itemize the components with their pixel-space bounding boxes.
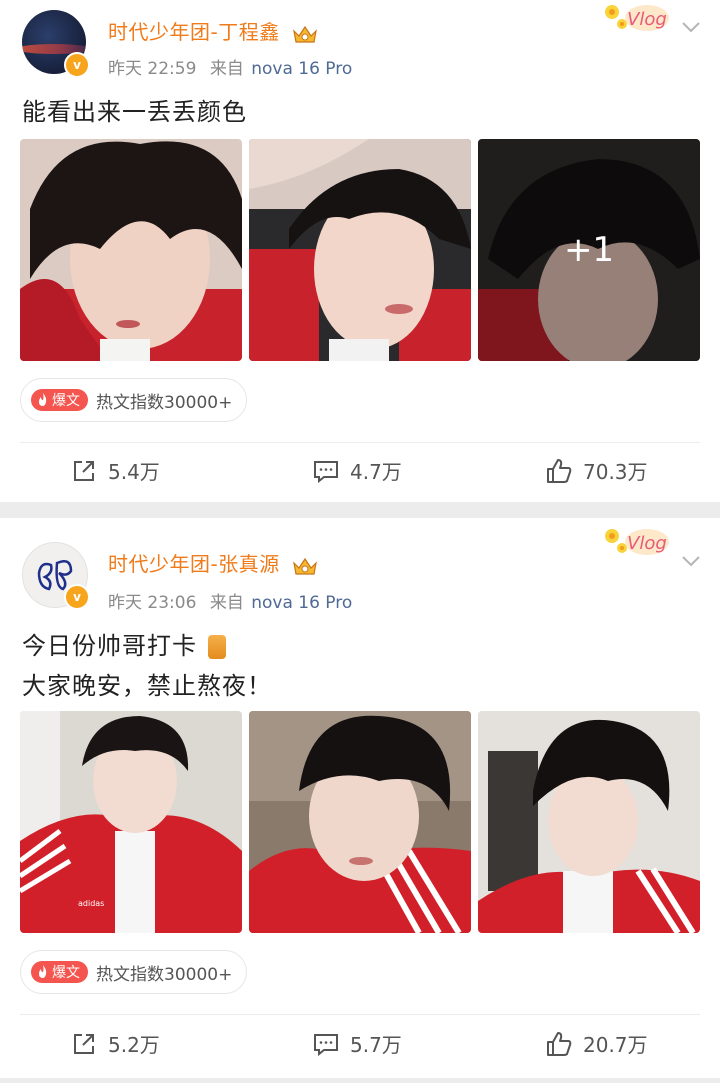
username[interactable]: 时代少年团-丁程鑫 — [108, 16, 319, 45]
svg-text:Vlog: Vlog — [627, 9, 667, 30]
flame-icon — [39, 393, 47, 406]
image-grid: adidas — [20, 711, 700, 933]
vlog-badge-icon: Vlog — [605, 5, 669, 31]
chevron-down-icon[interactable] — [680, 550, 702, 572]
verified-icon: v — [64, 584, 90, 610]
repost-button[interactable]: 5.2万 — [70, 1029, 160, 1058]
crown-icon — [292, 557, 317, 575]
vlog-badge-icon: Vlog — [605, 529, 669, 555]
like-icon — [547, 1031, 572, 1056]
hot-tag: 爆文 — [31, 961, 88, 983]
post-text: 能看出来一丢丢颜色 — [22, 98, 247, 126]
post-image[interactable] — [249, 139, 471, 361]
weibo-post: v 时代少年团-丁程鑫 昨天 22:59 来自 nova 16 Pro Vlog… — [0, 0, 720, 502]
divider — [20, 442, 700, 443]
post-text-line: 大家晚安，禁止熬夜！ — [22, 672, 272, 700]
post-image[interactable]: +1 — [478, 139, 700, 361]
post-image[interactable] — [478, 711, 700, 933]
device-name[interactable]: nova 16 Pro — [251, 59, 352, 79]
post-time: 昨天 23:06 — [108, 593, 197, 613]
hot-article-badge[interactable]: 爆文 热文指数30000+ — [20, 950, 248, 994]
repost-button[interactable]: 5.4万 — [70, 456, 160, 485]
like-icon — [547, 458, 572, 483]
svg-text:adidas: adidas — [78, 899, 104, 908]
post-image[interactable]: adidas — [20, 711, 242, 933]
device-name[interactable]: nova 16 Pro — [251, 593, 352, 613]
repost-icon — [74, 1033, 94, 1054]
svg-text:Vlog: Vlog — [627, 533, 667, 554]
post-image[interactable] — [249, 711, 471, 933]
verified-icon: v — [64, 52, 90, 78]
hot-tag: 爆文 — [31, 389, 88, 411]
chevron-down-icon[interactable] — [680, 16, 702, 38]
comment-icon — [314, 460, 338, 483]
like-button[interactable]: 20.7万 — [545, 1029, 648, 1058]
divider — [20, 1014, 700, 1015]
comment-button[interactable]: 5.7万 — [312, 1029, 402, 1058]
post-time: 昨天 22:59 — [108, 59, 197, 79]
flame-icon — [39, 965, 47, 978]
post-text-line: 今日份帅哥打卡 — [22, 626, 226, 661]
more-images-count: +1 — [563, 230, 615, 270]
post-meta: 昨天 23:06 来自 nova 16 Pro — [108, 593, 353, 613]
post-image[interactable] — [20, 139, 242, 361]
image-grid: +1 — [20, 139, 700, 361]
repost-icon — [74, 460, 94, 481]
comment-icon — [314, 1033, 338, 1056]
comment-button[interactable]: 4.7万 — [312, 456, 402, 485]
username[interactable]: 时代少年团-张真源 — [108, 548, 319, 577]
crown-icon — [292, 25, 317, 43]
like-button[interactable]: 70.3万 — [545, 456, 648, 485]
post-meta: 昨天 22:59 来自 nova 16 Pro — [108, 59, 353, 79]
selfie-emoji-icon — [207, 635, 226, 659]
hot-article-badge[interactable]: 爆文 热文指数30000+ — [20, 378, 248, 422]
